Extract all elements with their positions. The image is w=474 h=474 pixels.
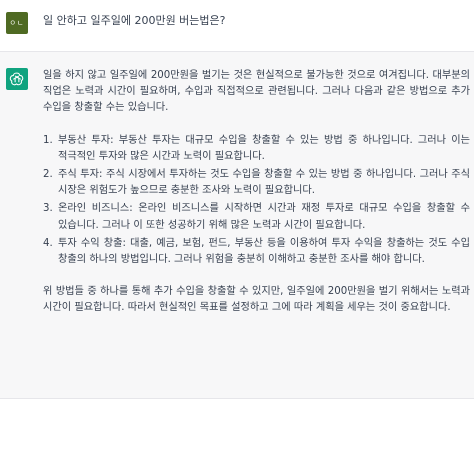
list-item-number: 4. xyxy=(43,237,53,249)
list-item-text: 부동산 투자: 부동산 투자는 대규모 수입을 창출할 수 있는 방법 중 하나… xyxy=(58,134,470,162)
user-message-text: 일 안하고 일주일에 200만원 버는법은? xyxy=(43,14,226,27)
user-message-row: ㅇㄴ 일 안하고 일주일에 200만원 버는법은? xyxy=(0,0,474,50)
list-item: 3. 온라인 비즈니스: 온라인 비즈니스를 시작하면 시간과 재정 투자로 대… xyxy=(43,201,470,233)
list-item-text: 주식 투자: 주식 시장에서 투자하는 것도 수입을 창출할 수 있는 방법 중… xyxy=(58,169,470,197)
list-item: 4. 투자 수익 창출: 대출, 예금, 보험, 펀드, 부동산 등을 이용하여… xyxy=(43,236,470,268)
list-item-number: 2. xyxy=(43,169,53,181)
answer-intro: 일을 하지 않고 일주일에 200만원을 벌기는 것은 현실적으로 불가능한 것… xyxy=(43,70,470,114)
list-item-text: 온라인 비즈니스: 온라인 비즈니스를 시작하면 시간과 재정 투자로 대규모 … xyxy=(58,203,470,231)
list-item: 1. 부동산 투자: 부동산 투자는 대규모 수입을 창출할 수 있는 방법 중… xyxy=(43,133,470,165)
list-item: 2. 주식 투자: 주식 시장에서 투자하는 것도 수입을 창출할 수 있는 방… xyxy=(43,167,470,199)
assistant-message-body: 일을 하지 않고 일주일에 200만원을 벌기는 것은 현실적으로 불가능한 것… xyxy=(43,68,470,317)
answer-conclusion: 위 방법들 중 하나를 통해 추가 수입을 창출할 수 있지만, 일주일에 20… xyxy=(43,286,470,314)
answer-list: 1. 부동산 투자: 부동산 투자는 대규모 수입을 창출할 수 있는 방법 중… xyxy=(43,133,470,269)
list-item-text: 투자 수익 창출: 대출, 예금, 보험, 펀드, 부동산 등을 이용하여 투자… xyxy=(58,237,470,266)
openai-logo-icon xyxy=(9,72,24,86)
chat-page: ㅇㄴ 일 안하고 일주일에 200만원 버는법은? 일을 하지 않고 일주일에 … xyxy=(0,0,474,474)
assistant-avatar xyxy=(6,68,28,90)
list-item-number: 3. xyxy=(43,203,53,215)
assistant-message-row: 일을 하지 않고 일주일에 200만원을 벌기는 것은 현실적으로 불가능한 것… xyxy=(0,51,474,399)
user-avatar: ㅇㄴ xyxy=(6,12,28,34)
list-item-number: 1. xyxy=(43,134,53,146)
